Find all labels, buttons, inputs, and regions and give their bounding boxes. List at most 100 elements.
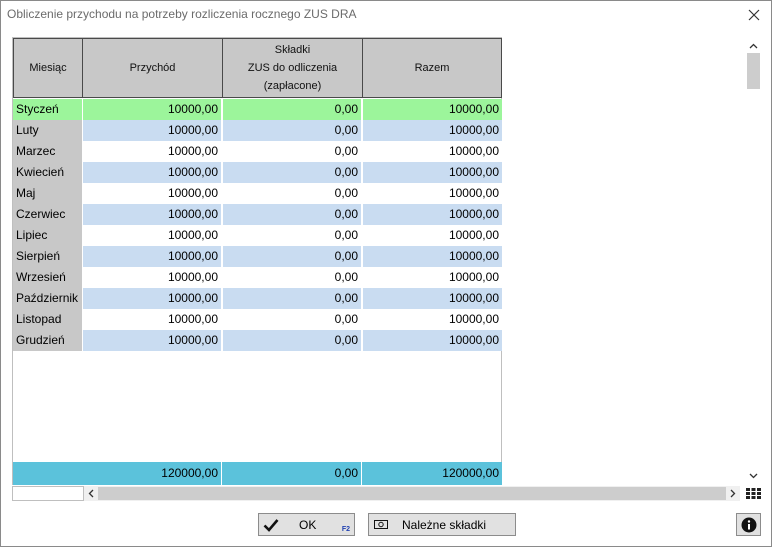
- income-cell: 10000,00: [83, 162, 222, 183]
- contributions-button-label: Należne składki: [402, 518, 487, 532]
- contributions-button[interactable]: Należne składki: [368, 513, 516, 536]
- column-header-zus[interactable]: Składki ZUS do odliczenia (zapłacone): [222, 38, 363, 98]
- table-row[interactable]: Maj 10000,00 0,00 10000,00: [13, 183, 502, 204]
- horizontal-scrollbar[interactable]: [84, 486, 740, 501]
- header-total-label: Razem: [414, 62, 450, 74]
- income-cell: 10000,00: [83, 99, 222, 120]
- dialog-window: Obliczenie przychodu na potrzeby rozlicz…: [0, 0, 772, 547]
- total-cell: 10000,00: [363, 141, 502, 162]
- vertical-scroll-thumb[interactable]: [747, 53, 760, 89]
- table-row[interactable]: Lipiec 10000,00 0,00 10000,00: [13, 225, 502, 246]
- zus-cell: 0,00: [223, 183, 362, 204]
- total-cell: 10000,00: [363, 309, 502, 330]
- total-cell: 10000,00: [363, 246, 502, 267]
- month-cell: Grudzień: [13, 330, 82, 351]
- window-title: Obliczenie przychodu na potrzeby rozlicz…: [7, 7, 357, 21]
- month-cell: Maj: [13, 183, 82, 204]
- zus-cell: 0,00: [223, 141, 362, 162]
- chevron-up-icon: [749, 43, 758, 49]
- grid-settings-button[interactable]: [745, 486, 762, 501]
- scroll-left-button[interactable]: [84, 486, 98, 501]
- column-header-total[interactable]: Razem: [362, 38, 502, 98]
- total-cell: 10000,00: [363, 225, 502, 246]
- checkmark-icon: [263, 519, 279, 532]
- zus-cell: 0,00: [223, 309, 362, 330]
- total-zus: 0,00: [223, 462, 362, 485]
- zus-cell: 0,00: [223, 267, 362, 288]
- zus-cell: 0,00: [223, 330, 362, 351]
- banknote-icon: [374, 520, 388, 529]
- chevron-right-icon: [730, 489, 736, 498]
- total-cell: 10000,00: [363, 204, 502, 225]
- table-row[interactable]: Listopad 10000,00 0,00 10000,00: [13, 309, 502, 330]
- income-cell: 10000,00: [83, 330, 222, 351]
- ok-button-label: OK: [299, 518, 317, 532]
- month-cell: Lipiec: [13, 225, 82, 246]
- month-cell: Czerwiec: [13, 204, 82, 225]
- column-header-month[interactable]: Miesiąc: [13, 38, 83, 98]
- scroll-right-button[interactable]: [726, 486, 740, 501]
- ok-shortcut-label: F2: [341, 526, 350, 533]
- chevron-left-icon: [88, 489, 94, 498]
- close-button[interactable]: [743, 4, 765, 26]
- month-cell: Październik: [13, 288, 82, 309]
- vertical-scrollbar[interactable]: [745, 37, 762, 485]
- ok-button[interactable]: OK F2: [258, 513, 355, 536]
- income-cell: 10000,00: [83, 120, 222, 141]
- zus-cell: 0,00: [223, 246, 362, 267]
- close-icon: [748, 9, 760, 21]
- info-button[interactable]: [736, 513, 761, 536]
- table-row[interactable]: Wrzesień 10000,00 0,00 10000,00: [13, 267, 502, 288]
- horizontal-scroll-thumb[interactable]: [98, 487, 726, 500]
- table-row[interactable]: Sierpień 10000,00 0,00 10000,00: [13, 246, 502, 267]
- income-cell: 10000,00: [83, 204, 222, 225]
- income-cell: 10000,00: [83, 246, 222, 267]
- table-row[interactable]: Czerwiec 10000,00 0,00 10000,00: [13, 204, 502, 225]
- income-table: Miesiąc Przychód Składki ZUS do odliczen…: [12, 37, 502, 485]
- chevron-down-icon: [749, 473, 758, 479]
- total-cell: 10000,00: [363, 267, 502, 288]
- month-cell: Kwiecień: [13, 162, 82, 183]
- income-cell: 10000,00: [83, 225, 222, 246]
- table-row[interactable]: Październik 10000,00 0,00 10000,00: [13, 288, 502, 309]
- table-row[interactable]: Grudzień 10000,00 0,00 10000,00: [13, 330, 502, 351]
- income-cell: 10000,00: [83, 288, 222, 309]
- totals-row: 120000,00 0,00 120000,00: [13, 462, 502, 485]
- month-cell: Styczeń: [13, 99, 82, 120]
- grid-icon: [746, 488, 761, 499]
- income-cell: 10000,00: [83, 309, 222, 330]
- zus-cell: 0,00: [223, 225, 362, 246]
- horizontal-scroll-spacer: [12, 486, 84, 501]
- month-cell: Luty: [13, 120, 82, 141]
- total-cell: 10000,00: [363, 99, 502, 120]
- header-income-label: Przychód: [129, 62, 176, 74]
- column-header-income[interactable]: Przychód: [82, 38, 223, 98]
- month-cell: Marzec: [13, 141, 82, 162]
- table-row[interactable]: Luty 10000,00 0,00 10000,00: [13, 120, 502, 141]
- scroll-up-button[interactable]: [745, 39, 762, 53]
- month-cell: Sierpień: [13, 246, 82, 267]
- month-cell: Listopad: [13, 309, 82, 330]
- total-income: 120000,00: [83, 462, 222, 485]
- total-sum: 120000,00: [442, 466, 499, 480]
- header-month-label: Miesiąc: [29, 62, 67, 74]
- zus-cell: 0,00: [223, 120, 362, 141]
- header-zus-line3: (zapłacone): [263, 80, 322, 92]
- title-bar: Obliczenie przychodu na potrzeby rozlicz…: [1, 1, 771, 29]
- header-zus-line1: Składki: [274, 44, 311, 56]
- total-cell: 10000,00: [363, 288, 502, 309]
- zus-cell: 0,00: [223, 99, 362, 120]
- table-row[interactable]: Kwiecień 10000,00 0,00 10000,00: [13, 162, 502, 183]
- header-zus-line2: ZUS do odliczenia: [247, 62, 338, 74]
- total-cell: 10000,00: [363, 183, 502, 204]
- zus-cell: 0,00: [223, 204, 362, 225]
- info-icon: [741, 517, 756, 532]
- table-row[interactable]: Styczeń 10000,00 0,00 10000,00: [13, 99, 502, 120]
- zus-cell: 0,00: [223, 288, 362, 309]
- table-row[interactable]: Marzec 10000,00 0,00 10000,00: [13, 141, 502, 162]
- total-cell: 10000,00: [363, 120, 502, 141]
- income-cell: 10000,00: [83, 183, 222, 204]
- total-cell: 10000,00: [363, 330, 502, 351]
- scroll-down-button[interactable]: [745, 469, 762, 483]
- total-cell: 10000,00: [363, 162, 502, 183]
